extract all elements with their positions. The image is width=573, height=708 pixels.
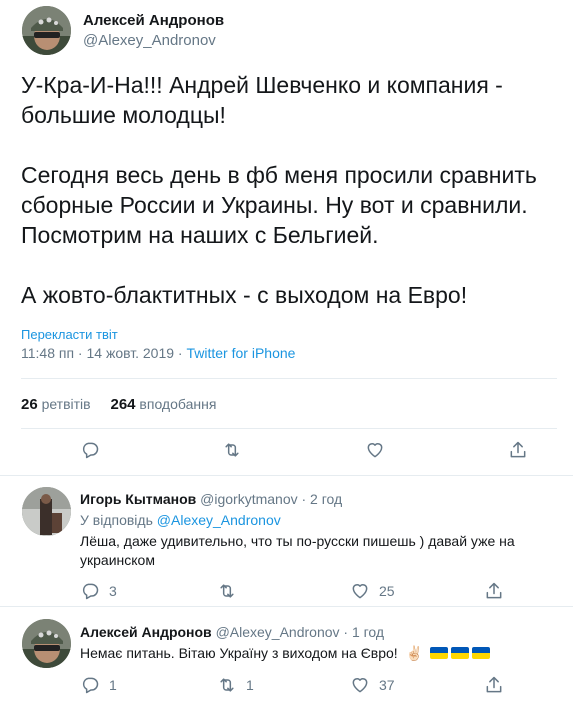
reply-author-handle[interactable]: @Alexey_Andronov xyxy=(216,624,340,640)
reply-retweet-button[interactable]: 1 xyxy=(217,675,254,695)
heart-icon xyxy=(352,584,368,599)
tweet-action-bar xyxy=(0,440,573,468)
reply-count: 3 xyxy=(109,583,117,599)
main-tweet: Алексей Андронов @Alexey_Andronov У-Кра-… xyxy=(0,0,573,476)
reply-tweet[interactable]: Игорь Кытманов @igorkytmanov · 2 год У в… xyxy=(0,477,573,607)
tweet-stats: 26 ретвітів 264 вподобання xyxy=(21,396,232,413)
reply-time[interactable]: · 1 год xyxy=(343,624,384,640)
heart-icon xyxy=(367,443,383,458)
reply-author-avatar[interactable] xyxy=(22,619,71,668)
like-count: 25 xyxy=(379,583,395,599)
reply-like-button[interactable]: 25 xyxy=(350,581,395,601)
reply-share-button[interactable] xyxy=(484,581,504,601)
share-button[interactable] xyxy=(508,440,528,460)
reply-retweet-button[interactable] xyxy=(217,581,246,601)
like-button[interactable] xyxy=(365,440,385,460)
retweets-count: 26 xyxy=(21,396,38,413)
retweet-icon xyxy=(220,584,234,598)
tweet-text: У-Кра-И-На!!! Андрей Шевченко и компания… xyxy=(21,72,537,308)
author-name[interactable]: Алексей Андронов xyxy=(83,12,224,29)
reply-text: Лёша, даже удивительно, что ты по-русски… xyxy=(80,533,515,568)
reply-author-name[interactable]: Игорь Кытманов xyxy=(80,491,196,507)
share-icon xyxy=(510,441,526,458)
reply-text: Немає питань. Вітаю Україну з виходом на… xyxy=(80,644,550,663)
ukraine-flag-icon xyxy=(429,647,448,659)
reply-header: Алексей Андронов @Alexey_Andronov · 1 го… xyxy=(80,624,384,640)
reply-reply-button[interactable]: 1 xyxy=(80,675,117,695)
retweets-label: ретвітів xyxy=(41,396,91,412)
retweet-count: 1 xyxy=(246,677,254,693)
retweet-button[interactable] xyxy=(222,440,242,460)
replying-to-prefix: У відповідь xyxy=(80,512,153,528)
tweet-time[interactable]: 11:48 пп xyxy=(21,345,74,361)
replying-to-mention[interactable]: @Alexey_Andronov xyxy=(157,512,281,528)
reply-author-name[interactable]: Алексей Андронов xyxy=(80,624,212,640)
share-icon xyxy=(486,676,502,693)
heart-icon xyxy=(352,678,368,693)
reply-author-avatar[interactable] xyxy=(22,487,71,536)
likes-stat[interactable]: 264 вподобання xyxy=(110,396,217,413)
author-handle[interactable]: @Alexey_Andronov xyxy=(83,32,224,49)
reply-like-button[interactable]: 37 xyxy=(350,675,395,695)
replying-to: У відповідь @Alexey_Andronov xyxy=(80,512,281,528)
tweet-date[interactable]: 14 жовт. 2019 xyxy=(87,345,175,361)
reply-icon xyxy=(82,677,99,694)
share-icon xyxy=(486,582,502,599)
reply-icon xyxy=(82,583,99,600)
meta-separator: · xyxy=(174,345,187,361)
likes-label: вподобання xyxy=(139,396,217,412)
reply-time[interactable]: · 2 год xyxy=(302,491,343,507)
reply-header: Игорь Кытманов @igorkytmanov · 2 год xyxy=(80,491,342,507)
ukraine-flag-icon xyxy=(450,647,469,659)
reply-count: 1 xyxy=(109,677,117,693)
author-block: Алексей Андронов @Alexey_Andronov xyxy=(83,12,224,49)
reply-text-body: Немає питань. Вітаю Україну з виходом на… xyxy=(80,645,398,661)
reply-author-handle[interactable]: @igorkytmanov xyxy=(200,491,297,507)
retweet-icon xyxy=(225,443,239,457)
meta-separator: · xyxy=(74,345,87,361)
reply-share-button[interactable] xyxy=(484,675,504,695)
divider xyxy=(21,428,557,429)
retweets-stat[interactable]: 26 ретвітів xyxy=(21,396,91,413)
translate-tweet-link[interactable]: Перекласти твіт xyxy=(21,327,118,342)
divider xyxy=(21,378,557,379)
like-count: 37 xyxy=(379,677,395,693)
author-avatar[interactable] xyxy=(22,6,71,55)
reply-reply-button[interactable]: 3 xyxy=(80,581,117,601)
tweet-meta: 11:48 пп · 14 жовт. 2019 · Twitter for i… xyxy=(21,345,295,361)
victory-hand-emoji: ✌🏻 xyxy=(405,645,423,661)
likes-count: 264 xyxy=(110,396,136,413)
reply-tweet[interactable]: Алексей Андронов @Alexey_Andronov · 1 го… xyxy=(0,608,573,708)
ukraine-flag-icon xyxy=(471,647,490,659)
reply-icon xyxy=(82,442,99,459)
retweet-icon xyxy=(220,678,234,692)
reply-button[interactable] xyxy=(80,440,100,460)
tweet-source-link[interactable]: Twitter for iPhone xyxy=(186,345,295,361)
